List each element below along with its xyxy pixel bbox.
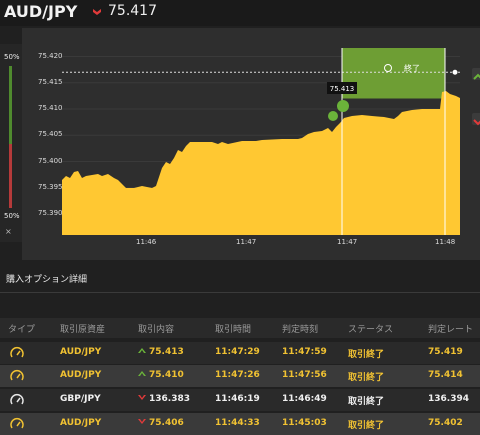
up-arrow-icon bbox=[473, 73, 480, 80]
table-row[interactable]: AUD/JPY 75.413 11:47:29 11:47:59 取引終了 75.419 bbox=[0, 342, 480, 364]
price-chart: 75.413 終了 bbox=[22, 28, 480, 260]
table-row[interactable]: GBP/JPY 136.383 11:46:19 11:46:49 取引終了 136.39… bbox=[0, 389, 480, 411]
col-asset: 取引原資産 bbox=[60, 325, 106, 335]
asset-cell: AUD/JPY bbox=[60, 418, 102, 428]
chart-svg: 75.413 終了 bbox=[62, 48, 460, 235]
x-tick-label: 11:47 bbox=[236, 238, 257, 246]
asset-pair-title: AUD/JPY bbox=[4, 2, 78, 21]
time-cell: 11:46:19 bbox=[215, 394, 260, 404]
price-area bbox=[62, 91, 460, 235]
option-type-icon bbox=[10, 418, 24, 429]
status-cell: 取引終了 bbox=[348, 397, 385, 407]
status-cell: 取引終了 bbox=[348, 350, 385, 360]
entry-rate: 136.383 bbox=[149, 394, 190, 404]
time-cell: 11:47:29 bbox=[215, 347, 260, 357]
entry-marker bbox=[337, 100, 349, 112]
asset-cell: AUD/JPY bbox=[60, 370, 102, 380]
entry-marker bbox=[328, 111, 338, 121]
col-time: 取引時間 bbox=[215, 325, 252, 335]
close-button[interactable]: × bbox=[5, 227, 12, 236]
y-tick-label: 75.405 bbox=[38, 130, 63, 139]
finish-label: 終了 bbox=[404, 63, 420, 73]
final-rate-cell: 75.414 bbox=[428, 370, 463, 380]
asset-cell: AUD/JPY bbox=[60, 347, 102, 357]
judge-cell: 11:45:03 bbox=[282, 418, 327, 428]
option-type-icon bbox=[10, 394, 24, 405]
x-tick-label: 11:47 bbox=[337, 238, 358, 246]
status-cell: 取引終了 bbox=[348, 373, 385, 383]
y-tick-label: 75.415 bbox=[38, 77, 63, 86]
col-status: ステータス bbox=[348, 325, 394, 335]
down-arrow-icon bbox=[138, 419, 146, 424]
final-rate-cell: 75.419 bbox=[428, 347, 463, 357]
time-cell: 11:47:26 bbox=[215, 370, 260, 380]
col-type: タイプ bbox=[8, 325, 36, 335]
down-arrow-icon bbox=[93, 9, 101, 15]
entry-rate: 75.413 bbox=[149, 347, 184, 357]
up-sentiment-bar bbox=[9, 66, 12, 144]
y-tick-label: 75.395 bbox=[38, 182, 63, 191]
current-price-dot bbox=[452, 69, 458, 75]
judge-cell: 11:47:56 bbox=[282, 370, 327, 380]
current-price: 75.417 bbox=[108, 3, 157, 19]
section-title: 購入オプション詳細 bbox=[6, 275, 88, 285]
time-cell: 11:44:33 bbox=[215, 418, 260, 428]
final-rate-cell: 75.402 bbox=[428, 418, 463, 428]
y-tick-label: 75.400 bbox=[38, 156, 63, 165]
sentiment-panel: 50% 50% × bbox=[0, 44, 22, 242]
option-type-icon bbox=[10, 347, 24, 358]
col-content: 取引内容 bbox=[138, 325, 175, 335]
win-zone bbox=[342, 48, 445, 99]
table-row[interactable]: AUD/JPY 75.410 11:47:26 11:47:56 取引終了 75.414 bbox=[0, 365, 480, 387]
y-tick-label: 75.420 bbox=[38, 51, 63, 60]
down-arrow-icon bbox=[473, 119, 480, 126]
divider bbox=[0, 292, 480, 293]
content-cell: 75.413 bbox=[138, 347, 184, 357]
down-arrow-icon bbox=[138, 395, 146, 400]
content-cell: 75.406 bbox=[138, 418, 184, 428]
col-judge-time: 判定時刻 bbox=[282, 325, 319, 335]
entry-rate: 75.406 bbox=[149, 418, 184, 428]
table-header: タイプ 取引原資産 取引内容 取引時間 判定時刻 ステータス 判定レート bbox=[0, 318, 480, 338]
asset-cell: GBP/JPY bbox=[60, 394, 101, 404]
status-cell: 取引終了 bbox=[348, 421, 385, 431]
put-button-partial[interactable] bbox=[472, 113, 480, 126]
judge-cell: 11:47:59 bbox=[282, 347, 327, 357]
final-rate-cell: 136.394 bbox=[428, 394, 469, 404]
table-row[interactable]: AUD/JPY 75.406 11:44:33 11:45:03 取引終了 75.402 bbox=[0, 413, 480, 435]
marker-label: 75.413 bbox=[330, 85, 355, 93]
header-bar: AUD/JPY 75.417 bbox=[0, 0, 480, 26]
bottom-percent: 50% bbox=[4, 212, 20, 220]
judge-cell: 11:46:49 bbox=[282, 394, 327, 404]
option-type-icon bbox=[10, 370, 24, 381]
y-tick-label: 75.390 bbox=[38, 209, 63, 217]
y-tick-label: 75.410 bbox=[38, 104, 63, 112]
content-cell: 136.383 bbox=[138, 394, 190, 404]
content-cell: 75.410 bbox=[138, 370, 184, 380]
col-final-rate: 判定レート bbox=[428, 325, 474, 335]
up-arrow-icon bbox=[138, 348, 146, 353]
call-button-partial[interactable] bbox=[472, 68, 480, 80]
entry-rate: 75.410 bbox=[149, 370, 184, 380]
x-tick-label: 11:48 bbox=[435, 238, 456, 246]
top-percent: 50% bbox=[4, 53, 20, 61]
up-arrow-icon bbox=[138, 371, 146, 376]
x-tick-label: 11:46 bbox=[136, 238, 157, 246]
down-sentiment-bar bbox=[9, 144, 12, 208]
